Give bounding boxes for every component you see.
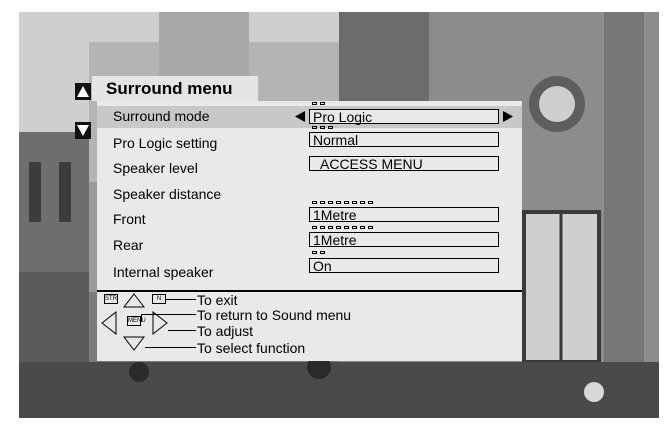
left-triangle-icon xyxy=(101,311,117,335)
menu-key-icon: MENU xyxy=(127,316,146,326)
help-select: To select function xyxy=(197,340,306,356)
down-triangle-icon xyxy=(123,336,145,351)
leader-line xyxy=(166,299,196,300)
leader-line xyxy=(141,314,196,315)
up-triangle-icon xyxy=(123,293,145,308)
menu-title-bar: Surround menu xyxy=(92,76,258,101)
leader-line xyxy=(168,330,196,331)
level-dots xyxy=(312,102,325,106)
menu-row-speaker-distance: Speaker distance xyxy=(97,183,522,205)
help-adjust: To adjust xyxy=(197,323,254,339)
level-dots xyxy=(312,251,325,255)
menu-row-label: Pro Logic setting xyxy=(113,135,218,151)
menu-row-label: Rear xyxy=(113,237,144,253)
speaker-level-value[interactable]: ACCESS MENU xyxy=(309,156,499,172)
surround-menu-panel: Surround mode Pro Logic Pro Logic settin… xyxy=(97,101,522,290)
menu-row-label: Front xyxy=(113,211,146,227)
internal-speaker-value[interactable]: On xyxy=(309,258,499,274)
background-photo: Surround menu Surround mode Pro Logic Pr… xyxy=(19,12,659,418)
surround-mode-value[interactable]: Pro Logic xyxy=(309,109,499,125)
str-key-icon: STR xyxy=(104,294,118,304)
menu-row-label: Speaker level xyxy=(113,160,198,176)
level-dots xyxy=(312,126,333,130)
up-arrow-icon[interactable] xyxy=(75,83,91,100)
left-arrow-icon[interactable] xyxy=(294,110,306,123)
leader-line xyxy=(141,314,142,322)
help-exit: To exit xyxy=(197,292,238,308)
menu-row-label: Speaker distance xyxy=(113,186,222,202)
help-return: To return to Sound menu xyxy=(197,307,352,323)
level-dots xyxy=(312,201,373,205)
n-key-icon: N xyxy=(152,294,166,304)
help-legend: STR N To exit MENU To return to Sound me… xyxy=(97,292,522,361)
level-dots xyxy=(312,226,373,230)
down-arrow-icon[interactable] xyxy=(75,122,91,139)
menu-title: Surround menu xyxy=(106,79,233,98)
front-distance-value[interactable]: 1Metre xyxy=(309,207,499,223)
right-arrow-icon[interactable] xyxy=(502,110,514,123)
menu-row-label: Surround mode xyxy=(113,108,210,124)
menu-row-label: Internal speaker xyxy=(113,264,214,280)
rear-distance-value[interactable]: 1Metre xyxy=(309,232,499,248)
leader-line xyxy=(145,347,196,348)
pro-logic-setting-value[interactable]: Normal xyxy=(309,132,499,148)
